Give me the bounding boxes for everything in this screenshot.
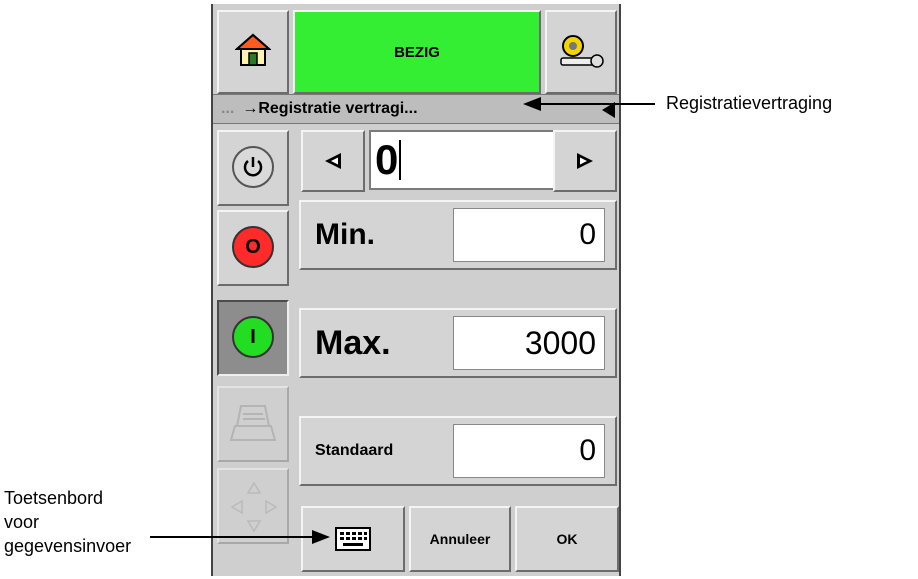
navigation-arrows-icon — [230, 481, 278, 533]
printer-control-screen: BEZIG ... →Registratie vertragi... O I 0… — [211, 4, 621, 576]
start-label: I — [250, 325, 256, 348]
status-indicator-button[interactable]: BEZIG — [293, 10, 541, 94]
home-button[interactable] — [217, 10, 289, 94]
ok-label: OK — [556, 531, 578, 547]
min-value[interactable]: 0 — [453, 208, 605, 262]
navigation-button[interactable] — [217, 468, 289, 544]
increase-button[interactable] — [553, 130, 617, 192]
cancel-label: Annuleer — [429, 531, 491, 547]
breadcrumb: ... →Registratie vertragi... — [213, 94, 619, 124]
min-field[interactable]: Min. 0 — [299, 200, 617, 270]
stop-label: O — [245, 235, 261, 258]
max-label: Max. — [315, 323, 391, 362]
print-button[interactable] — [217, 386, 289, 462]
keyboard-icon — [335, 527, 371, 551]
decrease-button[interactable] — [301, 130, 365, 192]
cancel-button[interactable]: Annuleer — [409, 506, 511, 572]
max-field[interactable]: Max. 3000 — [299, 308, 617, 378]
keyboard-callout-line3: gegevensinvoer — [4, 536, 132, 556]
stop-icon: O — [232, 226, 274, 268]
min-label: Min. — [315, 218, 375, 251]
start-button[interactable]: I — [217, 300, 289, 376]
max-value[interactable]: 3000 — [453, 316, 605, 370]
service-wrench-icon — [560, 35, 604, 68]
callout-arrowhead-icon — [523, 97, 541, 111]
stop-button[interactable]: O — [217, 210, 289, 286]
keyboard-callout-line2: voor — [4, 512, 40, 532]
arrow-right-icon — [577, 153, 593, 169]
status-label: BEZIG — [394, 43, 440, 61]
default-field[interactable]: Standaard 0 — [299, 416, 617, 486]
keyboard-arrowhead-icon — [312, 530, 330, 544]
breadcrumb-ellipsis: ... — [221, 100, 235, 117]
home-icon — [235, 33, 271, 66]
printer-icon — [229, 405, 277, 441]
default-value[interactable]: 0 — [453, 424, 605, 478]
power-icon — [232, 146, 274, 188]
text-caret — [399, 140, 402, 180]
registration-delay-callout: Registratievertraging — [666, 93, 833, 113]
service-button[interactable] — [545, 10, 617, 94]
value-input[interactable]: 0 — [369, 130, 555, 190]
registration-callout-line — [535, 103, 655, 105]
breadcrumb-text: →Registratie vertragi... — [242, 100, 418, 117]
ok-button[interactable]: OK — [515, 506, 619, 572]
arrow-left-icon — [325, 153, 341, 169]
keyboard-callout-line1: Toetsenbord — [4, 488, 104, 508]
keyboard-callout: Toetsenbord voor gegevensinvoer — [4, 486, 131, 558]
value-input-text: 0 — [375, 136, 399, 183]
default-label: Standaard — [315, 442, 394, 459]
power-button[interactable] — [217, 130, 289, 206]
start-icon: I — [232, 316, 274, 358]
keyboard-callout-line — [150, 536, 316, 538]
